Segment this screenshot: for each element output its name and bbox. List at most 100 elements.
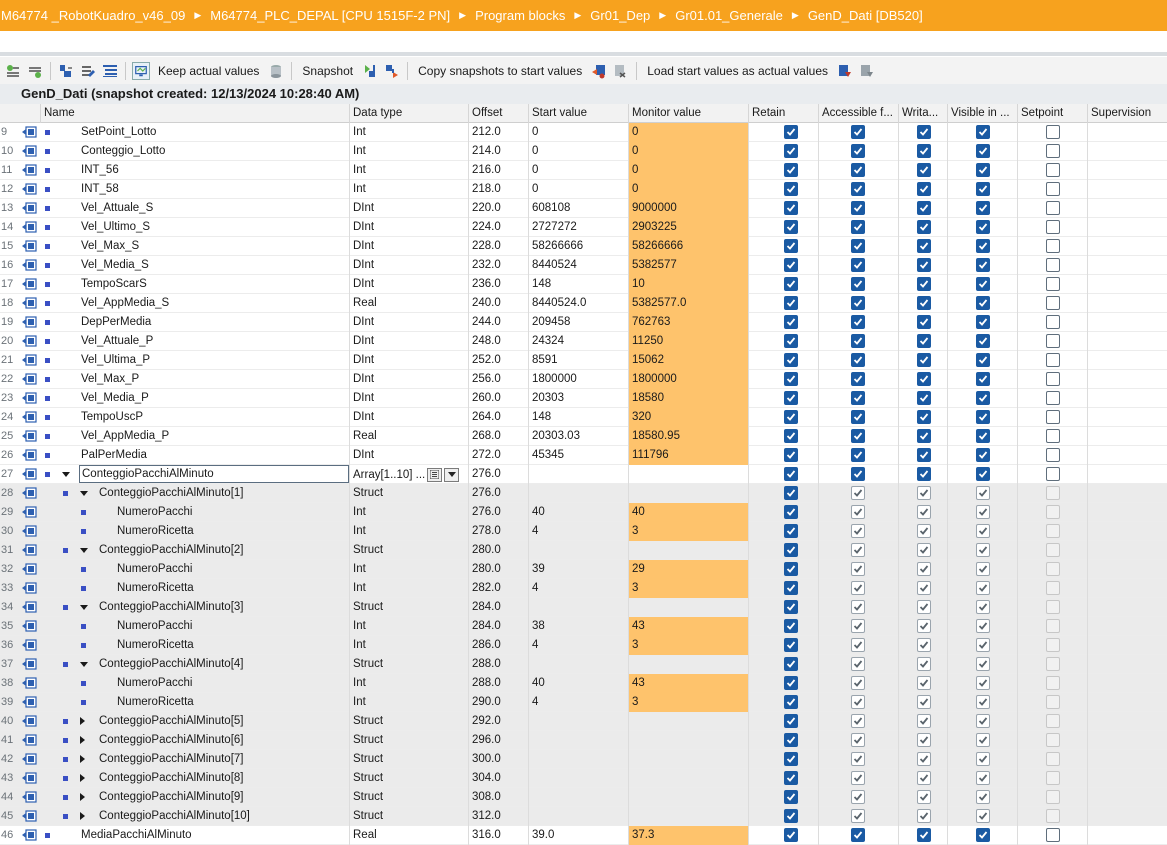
start-value-cell[interactable]: 40 [529,674,629,693]
writable-checkbox[interactable] [917,524,931,538]
retain-checkbox[interactable] [784,391,798,405]
table-row[interactable]: 35 NumeroPacchi Int 284.0 38 43 [0,617,1167,636]
start-value-cell[interactable]: 8440524 [529,256,629,275]
setpoint-checkbox[interactable] [1046,125,1060,139]
visible-checkbox[interactable] [976,353,990,367]
start-value-cell[interactable]: 20303 [529,389,629,408]
data-type-cell[interactable]: DInt [350,218,469,237]
retain-checkbox[interactable] [784,638,798,652]
expand-arrow-icon[interactable] [80,736,85,744]
header-visible[interactable]: Visible in ... [948,104,1018,123]
data-type-cell[interactable]: Struct [350,807,469,826]
supervision-cell[interactable] [1088,674,1167,693]
supervision-cell[interactable] [1088,237,1167,256]
setpoint-checkbox[interactable] [1046,277,1060,291]
header-writable[interactable]: Writa... [899,104,948,123]
data-type-cell[interactable]: Int [350,503,469,522]
header-name[interactable]: Name [41,104,350,123]
monitor-value-cell[interactable]: 43 [629,674,749,693]
writable-checkbox[interactable] [917,144,931,158]
start-value-cell[interactable]: 608108 [529,199,629,218]
retain-checkbox[interactable] [784,220,798,234]
header-data-type[interactable]: Data type [350,104,469,123]
accessible-checkbox[interactable] [851,125,865,139]
tag-name-cell[interactable]: Vel_Media_P [41,389,350,408]
accessible-checkbox[interactable] [851,733,865,747]
supervision-cell[interactable] [1088,389,1167,408]
monitor-value-cell[interactable]: 3 [629,636,749,655]
start-value-cell[interactable]: 20303.03 [529,427,629,446]
writable-checkbox[interactable] [917,391,931,405]
table-row[interactable]: 33 NumeroRicetta Int 282.0 4 3 [0,579,1167,598]
header-monitor-value[interactable]: Monitor value [629,104,749,123]
visible-checkbox[interactable] [976,334,990,348]
retain-checkbox[interactable] [784,334,798,348]
setpoint-checkbox[interactable] [1046,258,1060,272]
accessible-checkbox[interactable] [851,505,865,519]
retain-checkbox[interactable] [784,505,798,519]
data-type-cell[interactable]: Struct [350,655,469,674]
tag-name-cell[interactable]: ConteggioPacchiAlMinuto[2] [41,541,350,560]
monitor-value-cell[interactable]: 18580 [629,389,749,408]
table-row[interactable]: 11 INT_56 Int 216.0 0 0 [0,161,1167,180]
start-value-cell[interactable]: 39 [529,560,629,579]
accessible-checkbox[interactable] [851,657,865,671]
supervision-cell[interactable] [1088,370,1167,389]
visible-checkbox[interactable] [976,220,990,234]
table-row[interactable]: 36 NumeroRicetta Int 286.0 4 3 [0,636,1167,655]
retain-checkbox[interactable] [784,771,798,785]
visible-checkbox[interactable] [976,258,990,272]
accessible-checkbox[interactable] [851,638,865,652]
snapshot-camera-icon[interactable] [267,62,285,80]
supervision-cell[interactable] [1088,294,1167,313]
supervision-cell[interactable] [1088,484,1167,503]
supervision-cell[interactable] [1088,351,1167,370]
monitor-value-cell[interactable]: 111796 [629,446,749,465]
start-value-cell[interactable]: 0 [529,142,629,161]
writable-checkbox[interactable] [917,676,931,690]
tag-name-cell[interactable]: Vel_Max_P [41,370,350,389]
monitor-value-cell[interactable] [629,788,749,807]
table-row[interactable]: 15 Vel_Max_S DInt 228.0 58266666 58266666 [0,237,1167,256]
retain-checkbox[interactable] [784,315,798,329]
writable-checkbox[interactable] [917,695,931,709]
setpoint-checkbox[interactable] [1046,220,1060,234]
breadcrumb-project[interactable]: M64774 _RobotKuadro_v46_09 [0,8,187,23]
start-value-cell[interactable] [529,750,629,769]
supervision-cell[interactable] [1088,655,1167,674]
writable-checkbox[interactable] [917,429,931,443]
setpoint-checkbox[interactable] [1046,752,1060,766]
start-value-cell[interactable]: 0 [529,161,629,180]
visible-checkbox[interactable] [976,429,990,443]
tag-name-cell[interactable]: ConteggioPacchiAlMinuto[8] [41,769,350,788]
retain-checkbox[interactable] [784,201,798,215]
writable-checkbox[interactable] [917,771,931,785]
load-values-alt-icon[interactable] [858,62,876,80]
monitor-all-icon[interactable] [132,61,150,80]
data-type-cell[interactable]: Int [350,161,469,180]
writable-checkbox[interactable] [917,410,931,424]
retain-checkbox[interactable] [784,733,798,747]
setpoint-checkbox[interactable] [1046,657,1060,671]
visible-checkbox[interactable] [976,125,990,139]
writable-checkbox[interactable] [917,315,931,329]
retain-checkbox[interactable] [784,581,798,595]
writable-checkbox[interactable] [917,220,931,234]
table-row[interactable]: 18 Vel_AppMedia_S Real 240.0 8440524.0 538257… [0,294,1167,313]
writable-checkbox[interactable] [917,182,931,196]
data-type-cell[interactable]: Real [350,826,469,845]
monitor-value-cell[interactable]: 762763 [629,313,749,332]
retain-checkbox[interactable] [784,543,798,557]
expand-all-icon[interactable] [57,62,75,80]
table-row[interactable]: 23 Vel_Media_P DInt 260.0 20303 18580 [0,389,1167,408]
start-value-cell[interactable]: 1800000 [529,370,629,389]
retain-checkbox[interactable] [784,714,798,728]
visible-checkbox[interactable] [976,391,990,405]
writable-checkbox[interactable] [917,258,931,272]
start-value-cell[interactable]: 58266666 [529,237,629,256]
supervision-cell[interactable] [1088,522,1167,541]
download-snapshot-icon[interactable] [361,62,379,80]
visible-checkbox[interactable] [976,714,990,728]
retain-checkbox[interactable] [784,125,798,139]
supervision-cell[interactable] [1088,769,1167,788]
